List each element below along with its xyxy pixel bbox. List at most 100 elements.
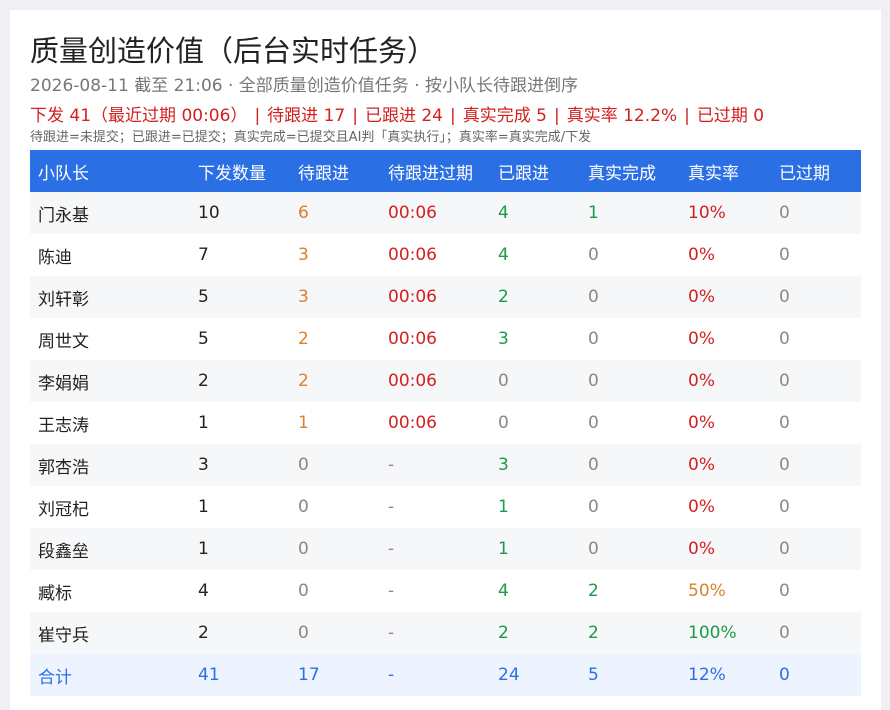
cell-pending-overdue: 00:06 [388, 413, 437, 433]
cell-followed: 3 [498, 455, 509, 475]
cell-issued: 4 [198, 581, 209, 601]
cell-real-done: 0 [588, 497, 599, 517]
cell-expired: 0 [779, 371, 790, 391]
column-header-real-done[interactable]: 真实完成 [580, 150, 680, 192]
cell-real-rate: 0% [688, 371, 715, 391]
report-card: 质量创造价值（后台实时任务） 2026-08-11 截至 21:06 · 全部质… [10, 10, 881, 710]
table-row[interactable]: 王志涛 1 1 00:06 0 0 0% 0 [30, 402, 861, 444]
table-row[interactable]: 门永基 10 6 00:06 4 1 10% 0 [30, 192, 861, 234]
cell-pending: 0 [298, 455, 309, 475]
cell-real-done: 0 [588, 245, 599, 265]
cell-real-rate: 0% [688, 413, 715, 433]
cell-issued: 2 [198, 623, 209, 643]
cell-pending-overdue: 00:06 [388, 371, 437, 391]
cell-followed: 1 [498, 539, 509, 559]
column-header-issued[interactable]: 下发数量 [190, 150, 290, 192]
cell-real-rate: 0% [688, 455, 715, 475]
page-title: 质量创造价值（后台实时任务） [30, 34, 437, 68]
cell-pending-overdue: 00:06 [388, 203, 437, 223]
total-expired: 0 [779, 665, 790, 685]
cell-pending-overdue: 00:06 [388, 245, 437, 265]
column-header-pending[interactable]: 待跟进 [290, 150, 380, 192]
table-row[interactable]: 刘冠杞 1 0 - 1 0 0% 0 [30, 486, 861, 528]
column-header-real-rate[interactable]: 真实率 [680, 150, 771, 192]
cell-pending-overdue: 00:06 [388, 329, 437, 349]
cell-expired: 0 [779, 455, 790, 475]
cell-issued: 10 [198, 203, 220, 223]
table-total-row: 合计 41 17 - 24 5 12% 0 [30, 654, 861, 696]
cell-leader: 臧标 [38, 583, 72, 604]
cell-leader: 刘冠杞 [38, 499, 89, 520]
cell-expired: 0 [779, 287, 790, 307]
cell-pending: 1 [298, 413, 309, 433]
cell-real-done: 0 [588, 413, 599, 433]
cell-leader: 门永基 [38, 205, 89, 226]
cell-leader: 郭杏浩 [38, 457, 89, 478]
cell-leader: 段鑫垒 [38, 541, 89, 562]
summary-pending: 待跟进 17 [267, 106, 346, 126]
cell-pending: 2 [298, 371, 309, 391]
cell-pending: 0 [298, 539, 309, 559]
cell-expired: 0 [779, 329, 790, 349]
summary-real-rate: 真实率 12.2% [566, 106, 678, 126]
table-row[interactable]: 李娟娟 2 2 00:06 0 0 0% 0 [30, 360, 861, 402]
cell-real-rate: 0% [688, 329, 715, 349]
cell-issued: 7 [198, 245, 209, 265]
cell-followed: 4 [498, 245, 509, 265]
cell-issued: 5 [198, 329, 209, 349]
cell-pending: 0 [298, 581, 309, 601]
table-row[interactable]: 崔守兵 2 0 - 2 2 100% 0 [30, 612, 861, 654]
cell-issued: 1 [198, 539, 209, 559]
total-leader: 合计 [38, 667, 72, 688]
cell-followed: 1 [498, 497, 509, 517]
total-pending-overdue: - [388, 665, 395, 685]
table-row[interactable]: 陈迪 7 3 00:06 4 0 0% 0 [30, 234, 861, 276]
cell-issued: 2 [198, 371, 209, 391]
cell-followed: 2 [498, 623, 509, 643]
cell-real-rate: 100% [688, 623, 737, 643]
cell-expired: 0 [779, 203, 790, 223]
cell-pending: 0 [298, 497, 309, 517]
cell-expired: 0 [779, 245, 790, 265]
cell-pending: 6 [298, 203, 309, 223]
cell-followed: 0 [498, 413, 509, 433]
table-row[interactable]: 郭杏浩 3 0 - 3 0 0% 0 [30, 444, 861, 486]
cell-issued: 1 [198, 413, 209, 433]
total-real-done: 5 [588, 665, 599, 685]
table-row[interactable]: 臧标 4 0 - 4 2 50% 0 [30, 570, 861, 612]
cell-issued: 1 [198, 497, 209, 517]
summary-separator: | [352, 106, 358, 126]
page-subtitle: 2026-08-11 截至 21:06 · 全部质量创造价值任务 · 按小队长待… [30, 76, 579, 96]
cell-real-rate: 0% [688, 245, 715, 265]
cell-pending: 3 [298, 245, 309, 265]
cell-pending: 2 [298, 329, 309, 349]
cell-pending-overdue: - [388, 539, 395, 559]
cell-real-done: 0 [588, 329, 599, 349]
cell-real-rate: 0% [688, 497, 715, 517]
column-header-pending-overdue[interactable]: 待跟进过期 [380, 150, 490, 192]
cell-issued: 5 [198, 287, 209, 307]
cell-real-done: 0 [588, 287, 599, 307]
cell-leader: 刘轩彰 [38, 289, 89, 310]
table-row[interactable]: 周世文 5 2 00:06 3 0 0% 0 [30, 318, 861, 360]
cell-pending-overdue: - [388, 581, 395, 601]
cell-followed: 3 [498, 329, 509, 349]
cell-real-rate: 10% [688, 203, 726, 223]
cell-expired: 0 [779, 413, 790, 433]
total-pending: 17 [298, 665, 320, 685]
cell-real-done: 1 [588, 203, 599, 223]
summary-separator: | [254, 106, 261, 126]
cell-leader: 李娟娟 [38, 373, 89, 394]
column-header-expired[interactable]: 已过期 [771, 150, 861, 192]
cell-real-done: 0 [588, 539, 599, 559]
cell-leader: 陈迪 [38, 247, 72, 268]
table-row[interactable]: 段鑫垒 1 0 - 1 0 0% 0 [30, 528, 861, 570]
cell-pending-overdue: - [388, 455, 395, 475]
cell-leader: 周世文 [38, 331, 89, 352]
column-header-followed[interactable]: 已跟进 [490, 150, 580, 192]
cell-real-done: 2 [588, 581, 599, 601]
summary-bar: 下发 41（最近过期 00:06） | 待跟进 17 | 已跟进 24 | 真实完成 5 | 真… [30, 101, 764, 126]
definition-note: 待跟进=未提交；已跟进=已提交；真实完成=已提交且AI判「真实执行」；真实率=真… [30, 130, 592, 145]
column-header-leader[interactable]: 小队长 [30, 150, 190, 192]
table-row[interactable]: 刘轩彰 5 3 00:06 2 0 0% 0 [30, 276, 861, 318]
